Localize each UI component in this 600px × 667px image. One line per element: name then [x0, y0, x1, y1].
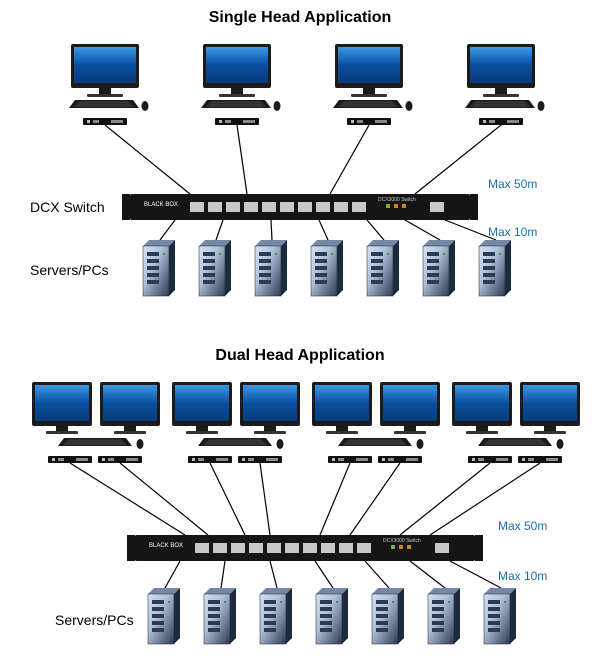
remote-extender	[83, 118, 127, 125]
max50-label: Max 50m	[488, 177, 537, 191]
dual-workstation	[452, 382, 580, 449]
dual-workstation	[172, 382, 300, 449]
server-tower	[255, 240, 287, 296]
dual-servers	[148, 588, 516, 644]
server-tower	[148, 588, 180, 644]
server-tower	[367, 240, 399, 296]
dual-top-cables	[70, 463, 540, 535]
server-tower	[479, 240, 511, 296]
server-tower	[260, 588, 292, 644]
dual-workstations	[32, 382, 580, 463]
remote-extender	[479, 118, 523, 125]
switch-model: DCX3000 Switch	[383, 538, 421, 544]
single-servers	[143, 240, 511, 296]
max50-label: Max 50m	[498, 519, 547, 533]
server-tower	[311, 240, 343, 296]
workstation	[69, 44, 149, 111]
remote-extender	[347, 118, 391, 125]
server-tower	[423, 240, 455, 296]
single-bottom-cables	[160, 220, 496, 240]
dual-head-section: Dual Head Application BLACK BOX	[32, 347, 580, 644]
single-top-cables	[105, 125, 501, 194]
server-tower	[143, 240, 175, 296]
max10-label: Max 10m	[498, 569, 547, 583]
dual-extenders	[48, 456, 562, 463]
server-tower	[484, 588, 516, 644]
single-workstations	[69, 44, 545, 125]
switch-brand: BLACK BOX	[144, 202, 178, 208]
workstation	[201, 44, 281, 111]
server-tower	[372, 588, 404, 644]
server-tower	[204, 588, 236, 644]
dual-title: Dual Head Application	[215, 347, 384, 364]
single-title: Single Head Application	[209, 9, 392, 26]
servers-label: Servers/PCs	[30, 262, 109, 278]
workstation	[465, 44, 545, 111]
dual-bottom-cables	[165, 561, 501, 588]
switch-brand: BLACK BOX	[149, 543, 183, 549]
dual-workstation	[312, 382, 440, 449]
remote-extender	[215, 118, 259, 125]
servers-label: Servers/PCs	[55, 612, 134, 628]
workstation	[333, 44, 413, 111]
switch-label: DCX Switch	[30, 199, 105, 215]
max10-label: Max 10m	[488, 225, 537, 239]
server-tower	[316, 588, 348, 644]
single-head-section: Single Head Application BLACK BOX DCX300…	[30, 9, 545, 296]
server-tower	[428, 588, 460, 644]
dcx-switch: BLACK BOX DCX3000 Switch	[122, 194, 478, 220]
switch-model: DCX3000 Switch	[378, 197, 416, 203]
dcx-switch-dual: BLACK BOX DCX3000 Switch	[127, 535, 483, 561]
dual-workstation	[32, 382, 160, 449]
server-tower	[199, 240, 231, 296]
